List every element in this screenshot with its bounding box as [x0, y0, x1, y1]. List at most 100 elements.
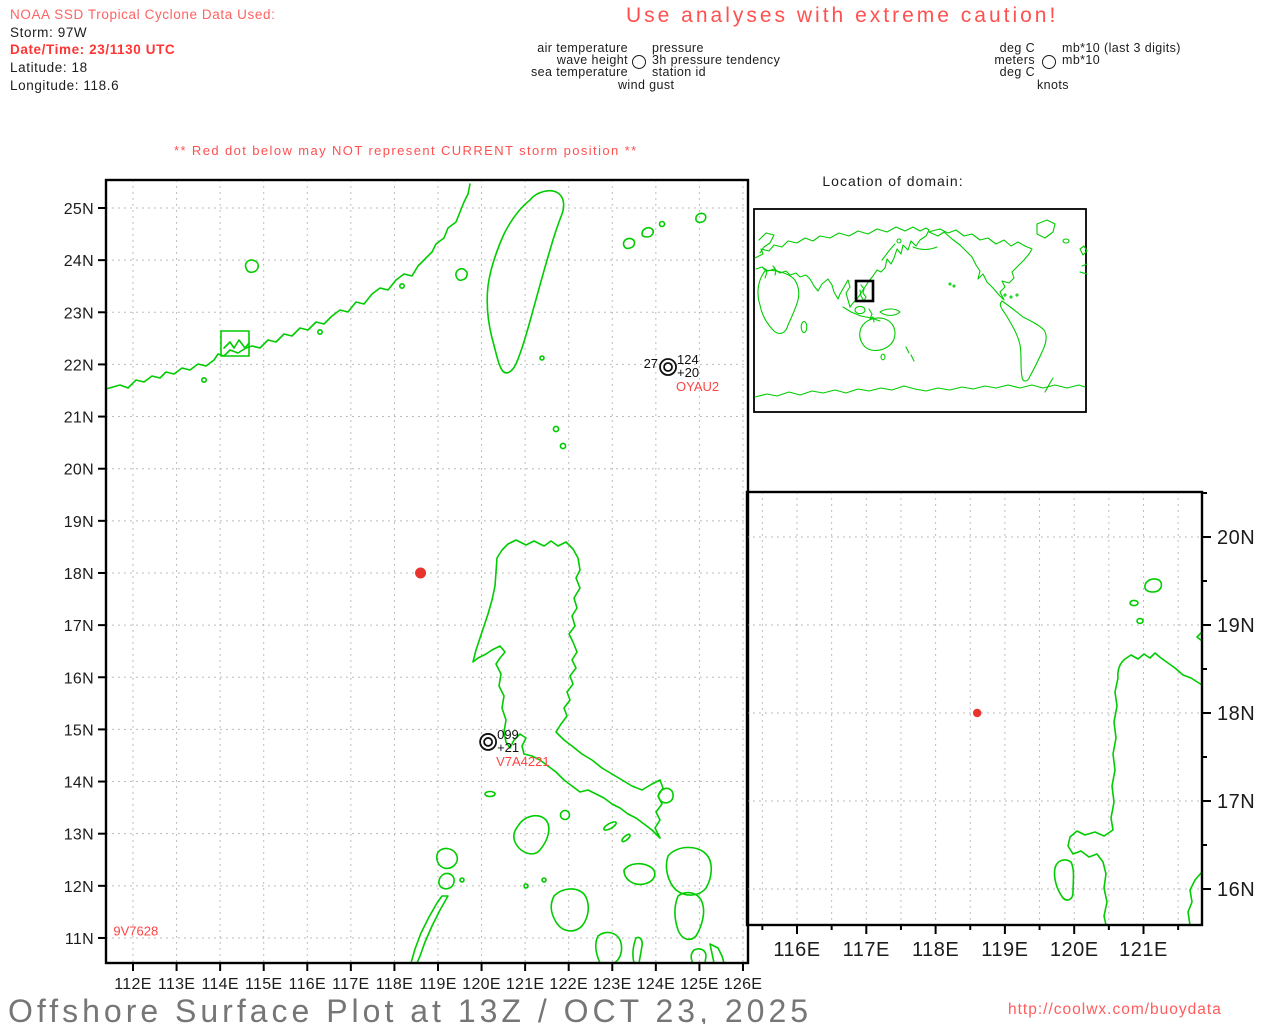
main-map-foreground: 112E 113E 114E 115E 116E 117E 118E 119E 120E 121E…	[64, 201, 762, 993]
coastline-southeast	[1187, 871, 1203, 926]
ryukyu-island	[622, 237, 636, 250]
coastal-island	[398, 283, 405, 290]
lat-tick-label: 14N	[64, 775, 94, 792]
lon-tick-label: 116E	[289, 976, 326, 993]
caribbean-island	[1009, 295, 1013, 299]
domain-highlight-box	[854, 279, 875, 303]
lat-tick-label: 20N	[64, 462, 94, 479]
hawaii	[952, 284, 956, 288]
lake-island-blob	[244, 259, 259, 274]
lon-tick-label: 120E	[462, 976, 501, 993]
babuyan-island	[1144, 578, 1163, 593]
coastline-africa	[757, 269, 800, 334]
noaa-source-line: NOAA SSD Tropical Cyclone Data Used:	[10, 7, 276, 22]
catanduanes-island	[657, 787, 674, 804]
lat-tick-label: 17N	[1217, 791, 1255, 813]
bolinao-islet	[1053, 859, 1075, 901]
station-circle-inner	[483, 737, 493, 747]
coastline-taiwan	[486, 190, 565, 374]
coastal-island	[317, 329, 324, 336]
storm-position-dot	[415, 567, 427, 579]
lat-tick-label: 16N	[1217, 879, 1255, 901]
caution-banner: Use analyses with extreme caution!	[626, 4, 1059, 27]
busuanga-island	[436, 847, 459, 870]
lat-tick-label: 19N	[64, 514, 94, 531]
legend-sea-temperature: sea temperature	[530, 65, 628, 79]
coastline-dinagat	[709, 943, 725, 964]
offshore-surface-plot-page: NOAA SSD Tropical Cyclone Data Used: Sto…	[0, 0, 1280, 1024]
lon-tick-label: 112E	[114, 976, 151, 993]
madagascar	[800, 320, 808, 334]
batanes-island	[559, 442, 567, 450]
caribbean-island	[1015, 293, 1019, 297]
lon-tick-label: 119E	[419, 976, 456, 993]
coastline-bohol	[690, 948, 707, 964]
domain-map-title: Location of domain:	[822, 173, 964, 189]
coastline-samar	[665, 846, 713, 896]
calamian-islet	[459, 877, 465, 883]
storm-position-dot	[972, 708, 982, 718]
inset-coastlines	[1053, 578, 1203, 926]
culion-island	[438, 872, 455, 890]
coastline-japan	[881, 243, 896, 261]
lat-tick-label: 18N	[64, 566, 94, 583]
legend-station-id: station id	[652, 65, 707, 79]
main-map: 112E 113E 114E 115E 116E 117E 118E 119E 120E 121E…	[64, 178, 762, 993]
ryukyu-island	[641, 227, 654, 238]
unit-tendency-mb: mb*10	[1062, 53, 1101, 67]
station-circle-outer	[659, 358, 677, 376]
station-circle-inner	[663, 362, 673, 372]
lat-tick-label: 11N	[65, 931, 94, 948]
lon-tick-label: 120E	[1050, 939, 1099, 961]
lat-tick-label: 16N	[64, 670, 94, 687]
plot-title: Offshore Surface Plot at 13Z / OCT 23, 2…	[8, 993, 813, 1024]
latitude-line: Latitude: 18	[10, 60, 88, 75]
ryukyu-island	[658, 220, 666, 228]
coastline-china	[105, 183, 471, 390]
station-air-temp: 27	[644, 356, 658, 371]
hawaii	[948, 282, 952, 286]
ryukyu-island	[695, 212, 707, 224]
marinduque-island	[559, 809, 571, 821]
tasmania	[880, 353, 886, 361]
lon-tick-label: 122E	[549, 976, 588, 993]
coastline-luzon	[472, 539, 664, 839]
babuyan-islet	[1136, 617, 1144, 625]
lon-tick-label: 121E	[506, 976, 545, 993]
world-coastlines	[754, 219, 1088, 398]
babuyan-islet	[1129, 599, 1139, 607]
lat-tick-label: 22N	[64, 357, 94, 374]
penghu-islands	[455, 268, 468, 282]
lat-tick-label: 25N	[64, 201, 94, 218]
source-url: http://coolwx.com/buoydata	[1008, 1001, 1222, 1018]
hokkaido	[896, 238, 902, 244]
station-id-label: OYAU2	[676, 379, 719, 394]
lon-tick-label: 114E	[201, 976, 238, 993]
datetime-line: Date/Time: 23/1130 UTC	[10, 42, 176, 57]
lat-tick-label: 15N	[64, 722, 94, 739]
borneo	[854, 305, 866, 315]
coastline-cebu	[632, 936, 643, 964]
station-plot-OYAU2: 27 124+20OYAU2	[644, 352, 720, 394]
coastline-panay	[550, 888, 590, 932]
pearl-delta-detail	[223, 339, 250, 349]
antarctic-peninsula	[1044, 377, 1054, 393]
lubang-island	[484, 790, 496, 798]
longitude-line: Longitude: 118.6	[10, 78, 120, 93]
main-map-coastlines	[105, 183, 725, 964]
lon-tick-label: 113E	[158, 976, 195, 993]
coastline-palawan	[410, 895, 449, 964]
new-zealand	[910, 354, 915, 362]
station-plot-9V7628: 9V7628	[113, 924, 158, 939]
burias-island	[603, 821, 617, 831]
lon-tick-label: 118E	[912, 939, 959, 961]
inset-gridlines	[747, 492, 1202, 925]
inset-foreground: 20N 19N 18N 17N 16N 116E 117E 118E 119E 120E 121E	[761, 492, 1255, 961]
lon-tick-label: 124E	[637, 976, 676, 993]
lat-tick-label: 20N	[1217, 527, 1255, 549]
lat-tick-label: 17N	[64, 618, 94, 635]
island-south-of-taiwan	[539, 355, 545, 361]
iceland	[1062, 238, 1070, 244]
station-plot-V7A4221: 099+21V7A4221	[479, 727, 550, 769]
coastline-mindoro	[513, 814, 550, 855]
